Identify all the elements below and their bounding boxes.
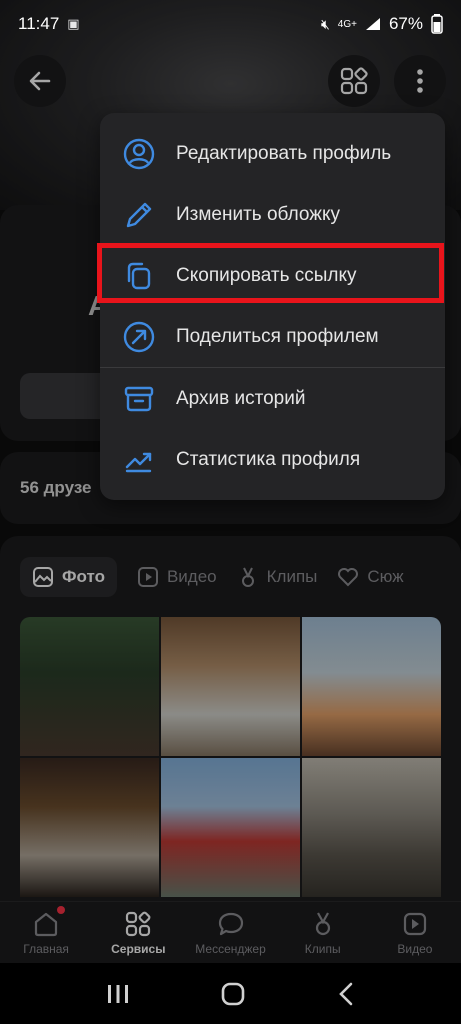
battery-icon [431, 14, 443, 34]
menu-item-share-profile[interactable]: Поделиться профилем [100, 306, 445, 367]
notification-icon: ▣ [67, 16, 80, 31]
menu-item-stories-archive[interactable]: Архив историй [100, 368, 445, 429]
menu-item-profile-stats[interactable]: Статистика профиля [100, 429, 445, 490]
signal-icon [365, 18, 380, 30]
menu-item-copy-link[interactable]: Скопировать ссылку [100, 245, 445, 306]
menu-item-label: Поделиться профилем [176, 325, 379, 347]
mute-icon: 🔇︎ [320, 15, 330, 32]
menu-item-change-cover[interactable]: Изменить обложку [100, 184, 445, 245]
user-circle-icon [123, 138, 155, 169]
status-time: 11:47 [18, 14, 60, 33]
pencil-icon [126, 202, 152, 227]
back-nav-icon[interactable] [336, 981, 356, 1007]
recent-apps-icon[interactable] [105, 982, 131, 1006]
menu-item-label: Скопировать ссылку [176, 264, 357, 286]
network-label: 4G+ [337, 18, 357, 30]
home-button-icon[interactable] [220, 981, 246, 1007]
menu-item-label: Редактировать профиль [176, 142, 392, 164]
profile-options-menu: Редактировать профиль Изменить обложку С… [100, 113, 445, 500]
archive-icon [124, 386, 154, 411]
menu-item-label: Архив историй [176, 387, 306, 409]
status-right: 🔇︎ 4G+ 67% [321, 14, 443, 34]
menu-item-label: Статистика профиля [176, 448, 361, 470]
menu-item-label: Изменить обложку [176, 203, 340, 225]
menu-item-edit-profile[interactable]: Редактировать профиль [100, 123, 445, 184]
system-navigation [0, 963, 461, 1024]
share-arrow-icon [123, 321, 155, 352]
copy-icon [127, 262, 151, 289]
status-bar: 11:47 ▣ 🔇︎ 4G+ 67% [0, 0, 461, 48]
stats-icon [125, 452, 152, 472]
battery-percent: 67% [388, 14, 423, 33]
